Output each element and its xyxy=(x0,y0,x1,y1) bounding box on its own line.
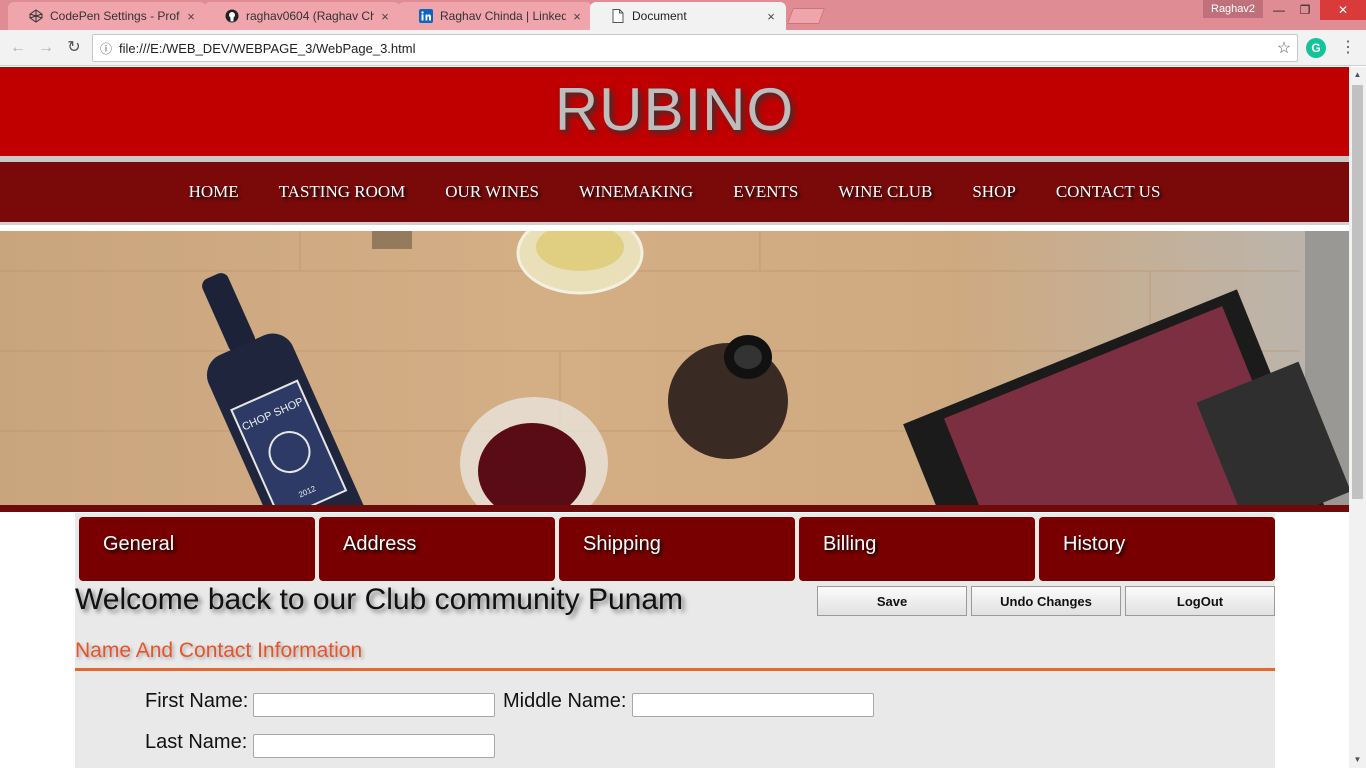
browser-tab-linkedin[interactable]: Raghav Chinda | LinkedIn × xyxy=(398,2,592,30)
document-icon xyxy=(610,8,626,24)
hero-image: CHOP SHOP 2012 xyxy=(0,231,1349,505)
back-arrow-icon[interactable]: ← xyxy=(6,36,30,60)
nav-link-winemaking[interactable]: WINEMAKING xyxy=(579,182,693,202)
nav-link-contact-us[interactable]: CONTACT US xyxy=(1056,182,1161,202)
close-icon[interactable]: × xyxy=(570,9,584,24)
scroll-up-icon[interactable]: ▲ xyxy=(1349,67,1366,83)
middle-name-label: Middle Name: xyxy=(503,690,627,712)
nav-link-our-wines[interactable]: OUR WINES xyxy=(445,182,539,202)
new-tab-button[interactable] xyxy=(787,8,825,24)
nav-divider xyxy=(0,222,1349,231)
nav-link-home[interactable]: HOME xyxy=(189,182,239,202)
section-divider xyxy=(75,668,1275,671)
tab-title: CodePen Settings - Profil xyxy=(50,9,180,23)
tab-general[interactable]: General xyxy=(79,517,315,581)
browser-tab-strip: CodePen Settings - Profil × raghav0604 (… xyxy=(0,0,1366,30)
tab-title: Raghav Chinda | LinkedIn xyxy=(440,9,566,23)
scroll-down-icon[interactable]: ▼ xyxy=(1349,752,1366,768)
brand-title: RUBINO xyxy=(554,76,795,143)
grammarly-icon[interactable]: G xyxy=(1306,38,1326,58)
forward-arrow-icon[interactable]: → xyxy=(34,36,58,60)
browser-tab-codepen[interactable]: CodePen Settings - Profil × xyxy=(8,2,206,30)
first-name-field[interactable] xyxy=(253,693,495,717)
hero-bottom-bar xyxy=(0,505,1349,512)
bookmark-star-icon[interactable]: ☆ xyxy=(1271,38,1297,58)
address-bar[interactable]: ⓘ file:///E:/WEB_DEV/WEBPAGE_3/WebPage_3… xyxy=(92,34,1298,62)
info-icon[interactable]: ⓘ xyxy=(93,40,119,57)
last-name-field[interactable] xyxy=(253,734,495,758)
brand-header: RUBINO xyxy=(0,67,1349,156)
last-name-label: Last Name: xyxy=(145,731,248,753)
first-name-label: First Name: xyxy=(145,690,249,712)
tab-address[interactable]: Address xyxy=(319,517,555,581)
tab-title: Document xyxy=(632,9,687,23)
main-navigation: HOME TASTING ROOM OUR WINES WINEMAKING E… xyxy=(0,162,1349,222)
linkedin-icon xyxy=(418,8,434,24)
nav-link-wine-club[interactable]: WINE CLUB xyxy=(838,182,932,202)
close-icon[interactable]: × xyxy=(764,9,778,24)
tab-shipping[interactable]: Shipping xyxy=(559,517,795,581)
logout-button[interactable]: LogOut xyxy=(1125,586,1275,616)
middle-name-field[interactable] xyxy=(632,693,874,717)
close-icon[interactable]: × xyxy=(184,9,198,24)
close-icon[interactable]: × xyxy=(378,9,392,24)
section-title: Name And Contact Information xyxy=(75,639,363,662)
club-profile-panel: General Address Shipping Billing History… xyxy=(75,513,1275,768)
tab-history[interactable]: History xyxy=(1039,517,1275,581)
browser-menu-icon[interactable]: ⋮ xyxy=(1338,36,1358,60)
undo-changes-button[interactable]: Undo Changes xyxy=(971,586,1121,616)
action-buttons: Save Undo Changes LogOut xyxy=(817,586,1275,616)
page-scrollbar[interactable]: ▲ ▼ xyxy=(1349,67,1366,768)
nav-link-events[interactable]: EVENTS xyxy=(733,182,798,202)
codepen-icon xyxy=(28,8,44,24)
nav-link-shop[interactable]: SHOP xyxy=(972,182,1015,202)
page-viewport: RUBINO HOME TASTING ROOM OUR WINES WINEM… xyxy=(0,67,1349,768)
reload-icon[interactable]: ↻ xyxy=(62,36,86,60)
nav-link-tasting-room[interactable]: TASTING ROOM xyxy=(279,182,406,202)
wine-table-illustration: CHOP SHOP 2012 xyxy=(0,231,1349,505)
window-close-icon[interactable]: ✕ xyxy=(1320,0,1366,20)
welcome-message: Welcome back to our Club community Punam xyxy=(75,583,684,616)
browser-toolbar: ← → ↻ ⓘ file:///E:/WEB_DEV/WEBPAGE_3/Web… xyxy=(0,30,1366,66)
tab-title: raghav0604 (Raghav Chi xyxy=(246,9,374,23)
profile-tabs: General Address Shipping Billing History xyxy=(79,517,1275,581)
restore-icon[interactable]: ❐ xyxy=(1290,0,1320,20)
browser-tab-document[interactable]: Document × xyxy=(590,2,786,30)
tab-billing[interactable]: Billing xyxy=(799,517,1035,581)
browser-tab-github[interactable]: raghav0604 (Raghav Chi × xyxy=(204,2,400,30)
scrollbar-thumb[interactable] xyxy=(1352,85,1363,499)
profile-badge[interactable]: Raghav2 xyxy=(1203,0,1264,18)
save-button[interactable]: Save xyxy=(817,586,967,616)
github-icon xyxy=(224,8,240,24)
address-url[interactable]: file:///E:/WEB_DEV/WEBPAGE_3/WebPage_3.h… xyxy=(119,41,1271,56)
